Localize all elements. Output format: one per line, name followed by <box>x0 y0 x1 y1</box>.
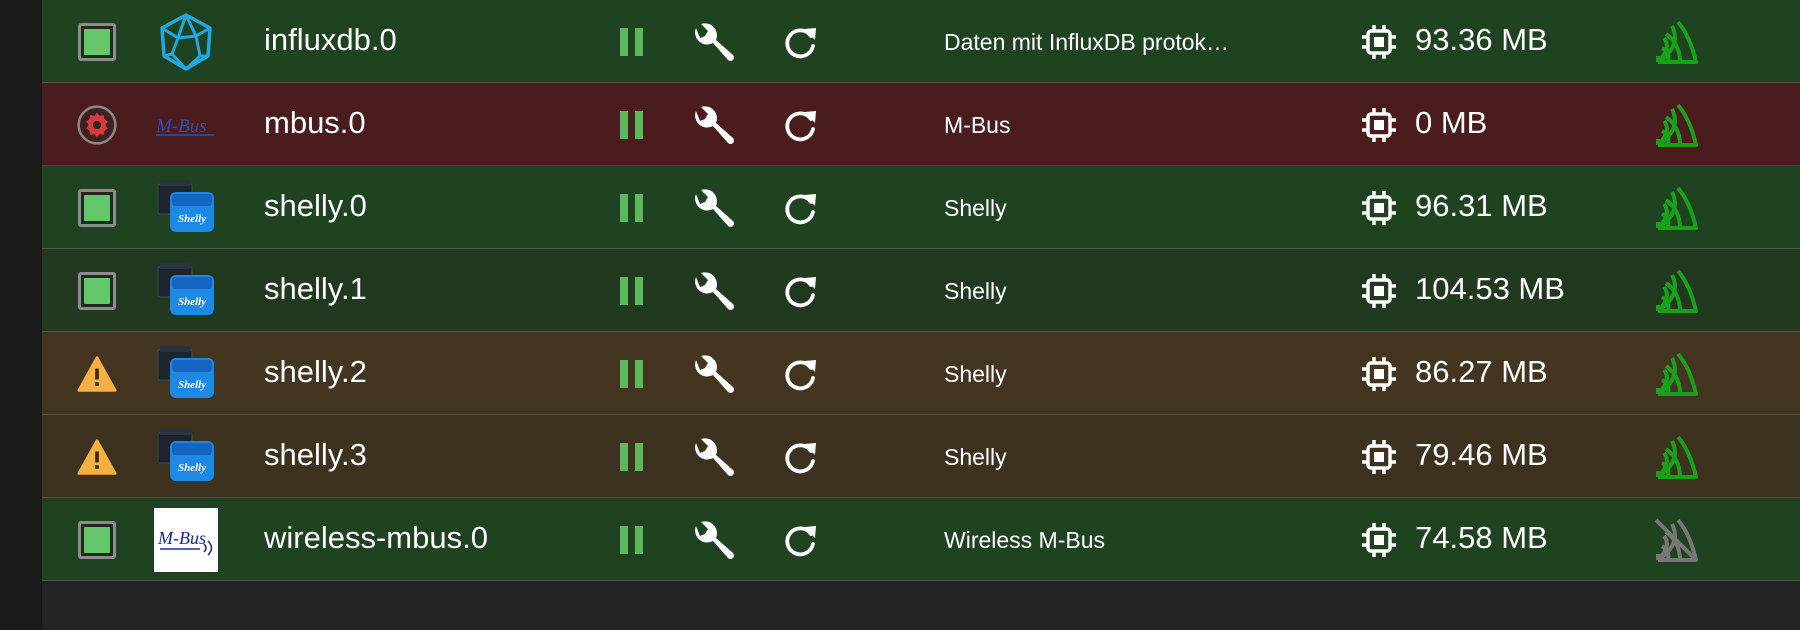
memory-usage: 74.58 MB <box>1415 520 1548 555</box>
wrench-icon[interactable] <box>690 103 738 149</box>
restart-icon[interactable] <box>780 354 820 394</box>
status-warning-icon[interactable] <box>77 437 117 477</box>
cpu-chip-icon <box>1362 440 1396 474</box>
instance-description: Wireless M-Bus <box>944 527 1106 553</box>
signal-connected-icon <box>1656 269 1698 313</box>
instance-row-shelly-1: Shelly shelly.1 Shelly 104.53 MB <box>42 249 1800 332</box>
status-running-icon[interactable] <box>77 22 117 62</box>
instance-description: M-Bus <box>944 112 1011 138</box>
instance-description: Daten mit InfluxDB protok… <box>944 29 1230 55</box>
instance-description: Shelly <box>944 278 1007 304</box>
instance-name: shelly.2 <box>264 354 367 389</box>
shelly-logo: Shelly <box>154 344 218 404</box>
shelly-logo-text: Shelly <box>178 462 206 474</box>
restart-icon[interactable] <box>780 105 820 145</box>
instance-row-wireless-mbus-0: M-Bus wireless-mbus.0 Wireless M-Bus 74.… <box>42 498 1800 581</box>
memory-usage: 96.31 MB <box>1415 188 1548 223</box>
status-warning-icon[interactable] <box>77 354 117 394</box>
empty-area <box>42 581 1800 630</box>
status-error-icon[interactable] <box>77 105 117 145</box>
signal-disconnected-icon <box>1654 518 1698 562</box>
instance-name: wireless-mbus.0 <box>264 520 488 555</box>
pause-icon[interactable] <box>618 439 646 475</box>
restart-icon[interactable] <box>780 188 820 228</box>
restart-icon[interactable] <box>780 271 820 311</box>
instance-name: influxdb.0 <box>264 22 397 57</box>
influxdb-logo <box>154 12 218 72</box>
pause-icon[interactable] <box>618 24 646 60</box>
pause-icon[interactable] <box>618 190 646 226</box>
signal-connected-icon <box>1656 435 1698 479</box>
restart-icon[interactable] <box>780 22 820 62</box>
mbus-logo: M-Bus <box>154 95 218 155</box>
signal-connected-icon <box>1656 186 1698 230</box>
status-running-icon[interactable] <box>77 520 117 560</box>
signal-connected-icon <box>1656 352 1698 396</box>
wrench-icon[interactable] <box>690 352 738 398</box>
wrench-icon[interactable] <box>690 20 738 66</box>
status-running-icon[interactable] <box>77 188 117 228</box>
left-rail <box>0 0 43 630</box>
memory-usage: 93.36 MB <box>1415 22 1548 57</box>
shelly-logo-text: Shelly <box>178 379 206 391</box>
shelly-logo-text: Shelly <box>178 213 206 225</box>
wrench-icon[interactable] <box>690 435 738 481</box>
status-running-icon[interactable] <box>77 271 117 311</box>
wireless-mbus-logo-text: M-Bus <box>157 528 206 548</box>
instance-description: Shelly <box>944 361 1007 387</box>
instance-row-shelly-2: Shelly shelly.2 Shelly 86.27 MB <box>42 332 1800 415</box>
instance-name: mbus.0 <box>264 105 366 140</box>
wrench-icon[interactable] <box>690 269 738 315</box>
wireless-mbus-logo: M-Bus <box>154 508 218 572</box>
wrench-icon[interactable] <box>690 518 738 564</box>
pause-icon[interactable] <box>618 273 646 309</box>
memory-usage: 0 MB <box>1415 105 1488 140</box>
memory-usage: 79.46 MB <box>1415 437 1548 472</box>
wrench-icon[interactable] <box>690 186 738 232</box>
pause-icon[interactable] <box>618 522 646 558</box>
restart-icon[interactable] <box>780 437 820 477</box>
instance-description: Shelly <box>944 444 1007 470</box>
cpu-chip-icon <box>1362 523 1396 557</box>
shelly-logo: Shelly <box>154 427 218 487</box>
instance-row-shelly-0: Shelly shelly.0 Shelly 96.31 MB <box>42 166 1800 249</box>
pause-icon[interactable] <box>618 356 646 392</box>
instance-row-shelly-3: Shelly shelly.3 Shelly 79.46 MB <box>42 415 1800 498</box>
instance-description: Shelly <box>944 195 1007 221</box>
signal-connected-icon <box>1656 20 1698 64</box>
instance-name: shelly.3 <box>264 437 367 472</box>
instance-name: shelly.1 <box>264 271 367 306</box>
instance-name: shelly.0 <box>264 188 367 223</box>
shelly-logo: Shelly <box>154 261 218 321</box>
memory-usage: 104.53 MB <box>1415 271 1565 306</box>
cpu-chip-icon <box>1362 191 1396 225</box>
pause-icon[interactable] <box>618 107 646 143</box>
instances-table: influxdb.0 Daten mit InfluxDB protok… 93… <box>42 0 1800 581</box>
shelly-logo-text: Shelly <box>178 296 206 308</box>
restart-icon[interactable] <box>780 520 820 560</box>
mbus-logo-text: M-Bus <box>155 116 207 137</box>
cpu-chip-icon <box>1362 274 1396 308</box>
cpu-chip-icon <box>1362 108 1396 142</box>
instance-row-influxdb-0: influxdb.0 Daten mit InfluxDB protok… 93… <box>42 0 1800 83</box>
instance-row-mbus-0: M-Bus mbus.0 M-Bus 0 MB <box>42 83 1800 166</box>
signal-connected-icon <box>1656 103 1698 147</box>
cpu-chip-icon <box>1362 25 1396 59</box>
memory-usage: 86.27 MB <box>1415 354 1548 389</box>
shelly-logo: Shelly <box>154 178 218 238</box>
cpu-chip-icon <box>1362 357 1396 391</box>
